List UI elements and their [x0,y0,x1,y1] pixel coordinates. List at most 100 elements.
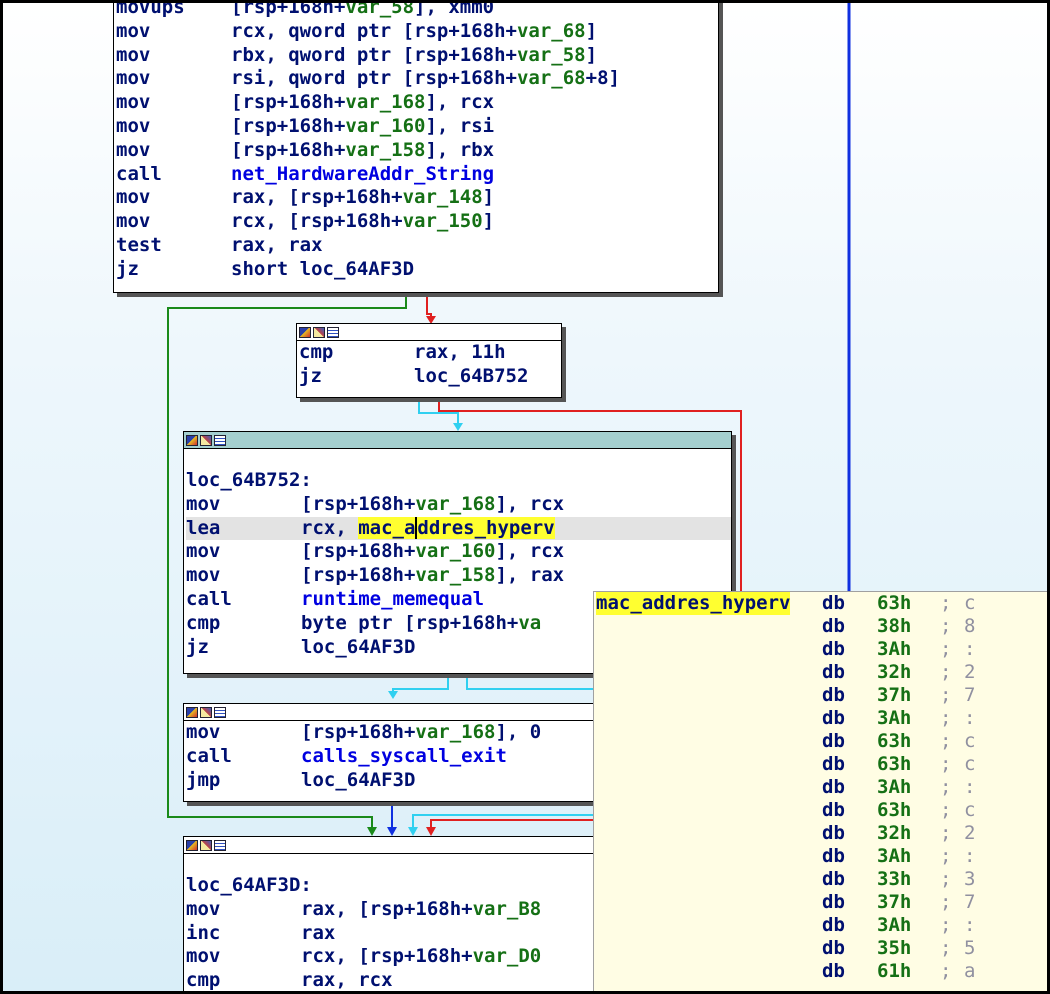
graph-view-icon[interactable] [186,839,198,851]
directive: db [822,707,845,729]
basic-block-cmp[interactable]: cmp rax, 11h jz loc_64B752 [296,323,562,398]
operands: [rsp+168h+var_168], 0 [301,721,541,743]
list-view-icon[interactable] [214,706,226,718]
instruction-line[interactable]: mov rbx, qword ptr [rsp+168h+var_58] [116,44,718,68]
block-header [297,324,561,341]
instruction-line[interactable]: mov rcx, qword ptr [rsp+168h+var_68] [116,20,718,44]
operands: rax, rcx [301,969,393,991]
comment-sep: ; [940,799,952,821]
mnemonic: test [116,233,162,256]
edit-icon[interactable] [200,706,212,718]
stack-var-ref[interactable]: var_B8 [473,898,542,920]
function-ref[interactable]: net_HardwareAddr_String [231,163,494,185]
stack-var-ref[interactable]: var_158 [345,139,425,161]
mnemonic: jz [116,257,139,280]
byte-value: 63h [877,730,912,752]
ida-graph-view[interactable]: movups [rsp+168h+var_58], xmm0 mov rcx, qwo… [0,0,1050,994]
stack-var-ref[interactable]: var_D0 [473,945,542,967]
symbol-name[interactable]: mac_addres_hyperv [596,592,791,615]
byte-value: 61h [877,960,912,982]
ascii-char: c [964,730,976,752]
instruction-line[interactable]: lea rcx, mac_a ddres_hyperv [186,516,731,541]
operand-text: rcx, qword ptr [rsp+168h+ [231,19,517,42]
stack-var-ref[interactable]: var_168 [415,721,495,743]
mnemonic: jz [299,364,322,387]
stack-var-ref[interactable]: var_150 [403,210,483,232]
instruction-line[interactable]: cmp rax, rcx [186,969,604,991]
instruction-line[interactable]: mov [rsp+168h+var_158], rax [186,564,731,588]
instruction-line[interactable]: mov [rsp+168h+var_160], rsi [116,115,718,139]
function-ref[interactable]: runtime_memequal [301,588,484,610]
block-label[interactable]: loc_64B752: [186,469,731,493]
stack-var-ref[interactable]: var_168 [415,493,495,515]
stack-var-ref[interactable]: var_58 [345,3,414,18]
directive: db [822,799,845,821]
operand-text: rbx, qword ptr [rsp+168h+ [231,43,517,66]
instruction-line[interactable]: inc rax [186,922,604,946]
graph-view-icon[interactable] [186,706,198,718]
operand-text: rsi, qword ptr [rsp+168h+ [231,67,517,90]
operand-text: [rsp+168h+ [231,138,346,161]
instruction-line[interactable]: jmp loc_64AF3D [186,769,604,793]
instruction-line[interactable]: call net_HardwareAddr_String [116,163,718,187]
instruction-line[interactable]: movups [rsp+168h+var_58], xmm0 [116,3,718,20]
operand-text: [rsp+168h+ [231,114,346,137]
stack-var-ref[interactable]: var_68 [517,20,586,42]
operand-text: ], rbx [425,138,495,161]
instruction-line[interactable]: jz short loc_64AF3D [116,258,718,282]
stack-var-ref[interactable]: var_168 [345,91,425,113]
instruction-line[interactable]: mov rsi, qword ptr [rsp+168h+var_68+8] [116,67,718,91]
mnemonic: mov [186,492,221,515]
byte-value: 35h [877,937,912,959]
function-ref[interactable]: calls_syscall_exit [301,745,507,767]
operand-text: ] [585,43,598,66]
stack-var-ref[interactable]: var_158 [415,564,495,586]
stack-var-ref[interactable]: var_68 [517,67,586,89]
instruction-line[interactable]: mov [rsp+168h+var_160], rcx [186,540,731,564]
graph-view-icon[interactable] [186,434,198,446]
operand-text: loc_64AF3D [301,635,416,658]
block-label[interactable]: loc_64AF3D: [186,874,604,898]
mnemonic: mov [116,67,151,90]
basic-block-top[interactable]: movups [rsp+168h+var_58], xmm0 mov rcx, qwo… [113,3,719,293]
instruction-line[interactable]: mov rcx, [rsp+168h+var_D0 [186,945,604,969]
stack-var-ref[interactable]: var_160 [345,115,425,137]
comment-sep: ; [940,638,952,660]
data-ref-with-cursor[interactable]: ddres_hyperv [415,516,555,539]
list-view-icon[interactable] [327,326,339,338]
instruction-line[interactable]: mov [rsp+168h+var_168], rcx [116,91,718,115]
data-ref[interactable]: mac_a [358,516,416,539]
operand-text: rcx, [301,516,359,539]
instruction-line[interactable]: mov [rsp+168h+var_168], rcx [186,493,731,517]
operand-text: ] [482,210,495,233]
basic-block-exit[interactable]: mov [rsp+168h+var_168], 0 call calls_syscal… [183,703,605,802]
edge-cyan-3 [466,673,603,690]
instruction-line[interactable]: call calls_syscall_exit [186,745,604,769]
ascii-char: 7 [964,891,976,913]
list-view-icon[interactable] [214,839,226,851]
operand-text: rax, 11h [414,341,506,363]
operands: short loc_64AF3D [231,258,414,280]
instruction-line[interactable]: jz loc_64B752 [299,365,561,389]
directive: db [822,661,845,683]
basic-block-loc-64af3d[interactable]: loc_64AF3D: mov rax, [rsp+168h+var_B8 inc ra… [183,836,605,991]
instruction-line[interactable]: mov rax, [rsp+168h+var_B8 [186,898,604,922]
instruction-line[interactable]: test rax, rax [116,234,718,258]
graph-view-icon[interactable] [299,326,311,338]
instruction-line[interactable]: mov [rsp+168h+var_168], 0 [186,721,604,745]
edit-icon[interactable] [200,839,212,851]
stack-var-ref[interactable]: var_58 [517,44,586,66]
comment-sep: ; [940,661,952,683]
ascii-char: : [964,845,976,867]
instruction-line[interactable]: mov [rsp+168h+var_158], rbx [116,139,718,163]
stack-var-ref[interactable]: va [518,612,541,634]
edit-icon[interactable] [313,326,325,338]
list-view-icon[interactable] [214,434,226,446]
instruction-line[interactable]: mov rcx, [rsp+168h+var_150] [116,210,718,234]
edit-icon[interactable] [200,434,212,446]
stack-var-ref[interactable]: var_148 [403,186,483,208]
stack-var-ref[interactable]: var_160 [415,540,495,562]
instruction-line[interactable]: mov rax, [rsp+168h+var_148] [116,186,718,210]
instruction-line[interactable]: cmp rax, 11h [299,341,561,365]
mnemonic: mov [116,210,151,233]
